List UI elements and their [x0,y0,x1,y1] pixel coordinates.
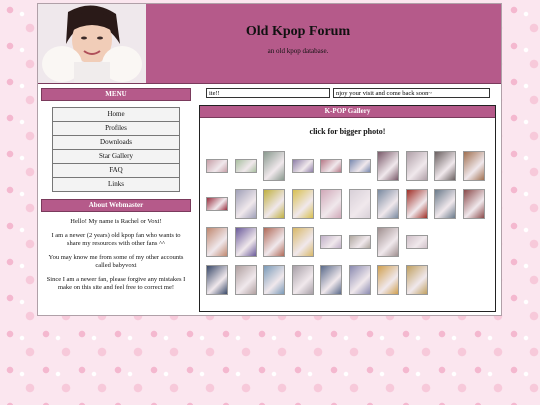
site-subtitle: an old kpop database. [267,47,329,55]
gallery-thumbnail[interactable] [206,197,228,211]
gallery-thumbnail[interactable] [348,235,371,249]
gallery-thumbnail[interactable] [320,265,342,295]
gallery-thumbnail[interactable] [263,227,285,257]
gallery-thumbnail[interactable] [291,159,314,173]
gallery-thumbnail[interactable] [263,189,285,219]
menu-item-star-gallery[interactable]: Star Gallery [52,150,180,164]
gallery-thumbnail[interactable] [291,227,314,257]
gallery-thumbnail[interactable] [234,159,257,173]
site-title: Old Kpop Forum [245,24,351,39]
thumbnail-grid [206,151,491,303]
page-container: Old Kpop Forum an old kpop database. MEN… [37,3,502,316]
about-section: About Webmaster Hello! My name is Rachel… [41,199,191,292]
menu-item-faq[interactable]: FAQ [52,164,180,178]
gallery-thumbnail[interactable] [377,189,399,219]
gallery-heading: K-POP Gallery [200,106,495,118]
gallery-thumbnail[interactable] [320,235,342,249]
gallery-thumbnail[interactable] [377,227,399,257]
gallery-thumbnail[interactable] [206,227,228,257]
menu-item-links[interactable]: Links [52,178,180,192]
gallery-thumbnail[interactable] [462,151,485,181]
gallery-thumbnail[interactable] [234,227,257,257]
menu-item-home[interactable]: Home [52,107,180,122]
gallery-thumbnail[interactable] [405,151,428,181]
thumbnail-row [206,189,491,219]
gallery-thumbnail[interactable] [405,265,428,295]
gallery-thumbnail[interactable] [348,189,371,219]
gallery-thumbnail[interactable] [348,265,371,295]
marquee-area: ite!! njoy your visit and come back soon… [206,88,490,98]
header-photo [38,4,146,83]
gallery-thumbnail[interactable] [234,265,257,295]
about-heading: About Webmaster [41,199,191,212]
about-paragraph: Hello! My name is Rachel or Voxi! [70,218,162,225]
about-paragraph: I am a newer (2 years) old kpop fan who … [51,232,181,247]
menu-heading: MENU [41,88,191,101]
about-paragraph: Since I am a newer fan, please forgive a… [46,276,186,291]
gallery-thumbnail[interactable] [377,265,399,295]
gallery-thumbnail[interactable] [291,189,314,219]
marquee-left: ite!! [206,88,330,98]
gallery-thumbnail[interactable] [234,189,257,219]
main-menu: Home Profiles Downloads Star Gallery FAQ… [52,107,180,192]
gallery-thumbnail[interactable] [434,189,456,219]
marquee-right: njoy your visit and come back soon~ [333,88,490,98]
gallery-thumbnail[interactable] [291,265,314,295]
gallery-thumbnail[interactable] [405,189,428,219]
kpop-gallery: K-POP Gallery click for bigger photo! [199,105,496,312]
left-column: MENU Home Profiles Downloads Star Galler… [41,88,191,292]
gallery-thumbnail[interactable] [206,159,228,173]
gallery-thumbnail[interactable] [206,265,228,295]
thumbnail-row [206,227,491,257]
gallery-thumbnail[interactable] [320,159,342,173]
gallery-thumbnail[interactable] [348,159,371,173]
header-banner: Old Kpop Forum an old kpop database. [38,4,501,84]
gallery-note: click for bigger photo! [309,127,386,136]
about-paragraph: You may know me from some of my other ac… [48,254,184,269]
gallery-thumbnail[interactable] [263,151,285,181]
menu-item-profiles[interactable]: Profiles [52,122,180,136]
gallery-thumbnail[interactable] [320,189,342,219]
gallery-thumbnail[interactable] [434,151,456,181]
gallery-thumbnail[interactable] [405,235,428,249]
gallery-thumbnail[interactable] [263,265,285,295]
gallery-thumbnail[interactable] [377,151,399,181]
menu-item-downloads[interactable]: Downloads [52,136,180,150]
thumbnail-row [206,265,491,295]
gallery-thumbnail[interactable] [462,189,485,219]
thumbnail-row [206,151,491,181]
